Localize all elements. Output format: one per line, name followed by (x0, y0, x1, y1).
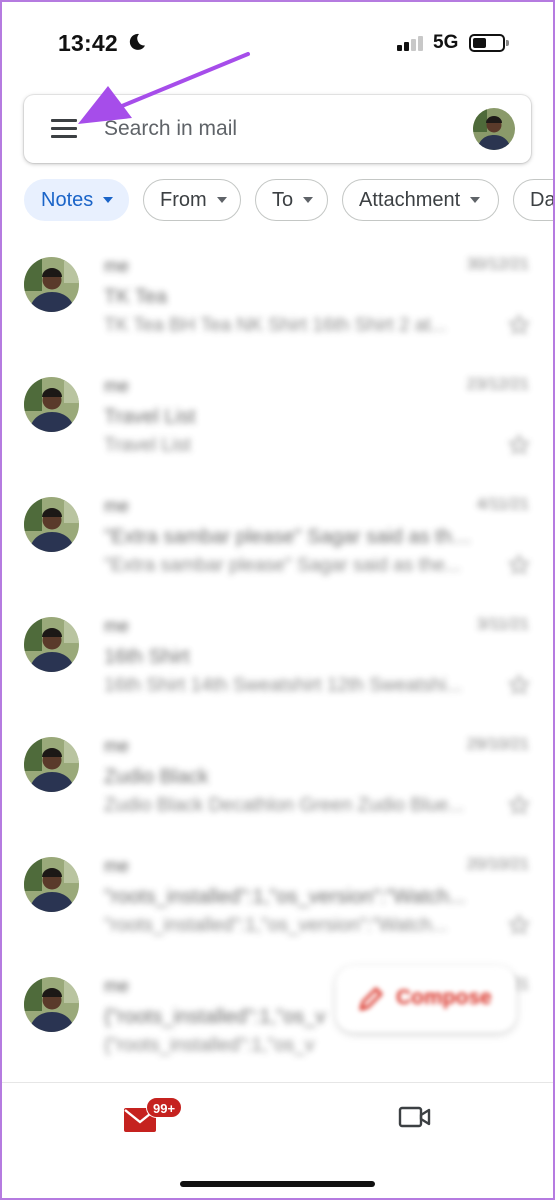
filter-chips: Notes From To Attachment Da (24, 179, 555, 221)
account-avatar[interactable] (473, 108, 515, 150)
compose-label: Compose (396, 986, 492, 1009)
mail-sender: me (104, 616, 130, 636)
mail-subject: {"roots_installed":1,"os_v (104, 1006, 326, 1028)
star-icon[interactable] (507, 433, 531, 457)
star-icon[interactable] (507, 913, 531, 937)
mail-item[interactable]: me 4/11/21 "Extra sambar please" Sagar s… (0, 475, 555, 595)
sender-avatar (24, 257, 79, 312)
compose-button[interactable]: Compose (336, 966, 516, 1032)
sender-avatar (24, 617, 79, 672)
chevron-down-icon (470, 197, 481, 203)
mail-sender: me (104, 976, 130, 996)
filter-chip-label: To (272, 188, 294, 211)
filter-chip-date[interactable]: Da (513, 179, 555, 221)
mail-snippet: 16th Shirt 14th Sweatshirt 12th Sweatshi… (104, 675, 463, 696)
chevron-down-icon (216, 197, 227, 203)
filter-chip-label: Notes (41, 188, 94, 211)
mail-snippet: "roots_installed":1,"os_version":"Watch.… (104, 915, 448, 936)
filter-chip-notes[interactable]: Notes (24, 179, 129, 221)
mail-sender: me (104, 856, 130, 876)
home-indicator[interactable] (180, 1181, 375, 1187)
mail-snippet: {"roots_installed":1,"os_v (104, 1035, 315, 1056)
battery-icon (469, 34, 509, 52)
mail-sender: me (104, 736, 130, 756)
mail-sender: me (104, 256, 130, 276)
mail-date: 23/12/21 (466, 376, 529, 393)
star-icon[interactable] (507, 793, 531, 817)
filter-chip-label: Da (530, 188, 555, 211)
filter-chip-attachment[interactable]: Attachment (342, 179, 499, 221)
mail-snippet: "Extra sambar please" Sagar said as the.… (104, 555, 461, 576)
mail-subject: Zudio Black (104, 766, 209, 788)
filter-chip-label: Attachment (359, 188, 461, 211)
chevron-down-icon (103, 197, 114, 203)
star-icon[interactable] (507, 673, 531, 697)
signal-icon (397, 35, 427, 51)
sender-avatar (24, 377, 79, 432)
mail-subject: Travel List (104, 406, 196, 428)
chevron-down-icon (303, 197, 314, 203)
mail-date: 4/11/21 (476, 496, 529, 513)
mail-date: 30/12/21 (466, 256, 529, 273)
filter-chip-from[interactable]: From (143, 179, 241, 221)
mail-subject: 16th Shirt (104, 646, 190, 668)
annotation-arrow-icon (78, 52, 250, 124)
mail-subject: "Extra sambar please" Sagar said as the.… (104, 526, 474, 548)
mail-date: 20/10/21 (466, 856, 529, 873)
star-icon[interactable] (507, 313, 531, 337)
filter-chip-to[interactable]: To (255, 179, 328, 221)
sender-avatar (24, 857, 79, 912)
mail-item[interactable]: me 30/12/21 TK Tea TK Tea BH Tea NK Shir… (0, 235, 555, 355)
mail-date: 3/11/21 (476, 616, 529, 633)
video-camera-icon[interactable] (398, 1105, 432, 1129)
sender-avatar (24, 497, 79, 552)
sender-avatar (24, 737, 79, 792)
mail-subject: "roots_installed":1,"os_version":"Watch.… (104, 886, 466, 908)
mail-subject: TK Tea (104, 286, 167, 308)
filter-chip-label: From (160, 188, 207, 211)
mail-sender: me (104, 376, 130, 396)
sender-avatar (24, 977, 79, 1032)
mail-snippet: TK Tea BH Tea NK Shirt 16th Shirt 2 at..… (104, 315, 447, 336)
mail-item[interactable]: me 20/10/21 "roots_installed":1,"os_vers… (0, 835, 555, 955)
mail-date: 29/10/21 (466, 736, 529, 753)
mail-item[interactable]: me 23/12/21 Travel List Travel List (0, 355, 555, 475)
mail-list: me 30/12/21 TK Tea TK Tea BH Tea NK Shir… (0, 235, 555, 1080)
network-label: 5G (433, 32, 459, 53)
pencil-icon (359, 987, 383, 1011)
star-icon[interactable] (507, 553, 531, 577)
mail-snippet: Travel List (104, 435, 191, 456)
mail-snippet: Zudio Black Decathlon Green Zudio Blue..… (104, 795, 465, 816)
unread-badge: 99+ (146, 1097, 183, 1118)
mail-item[interactable]: me 3/11/21 16th Shirt 16th Shirt 14th Sw… (0, 595, 555, 715)
mail-sender: me (104, 496, 130, 516)
mail-item[interactable]: me 29/10/21 Zudio Black Zudio Black Deca… (0, 715, 555, 835)
